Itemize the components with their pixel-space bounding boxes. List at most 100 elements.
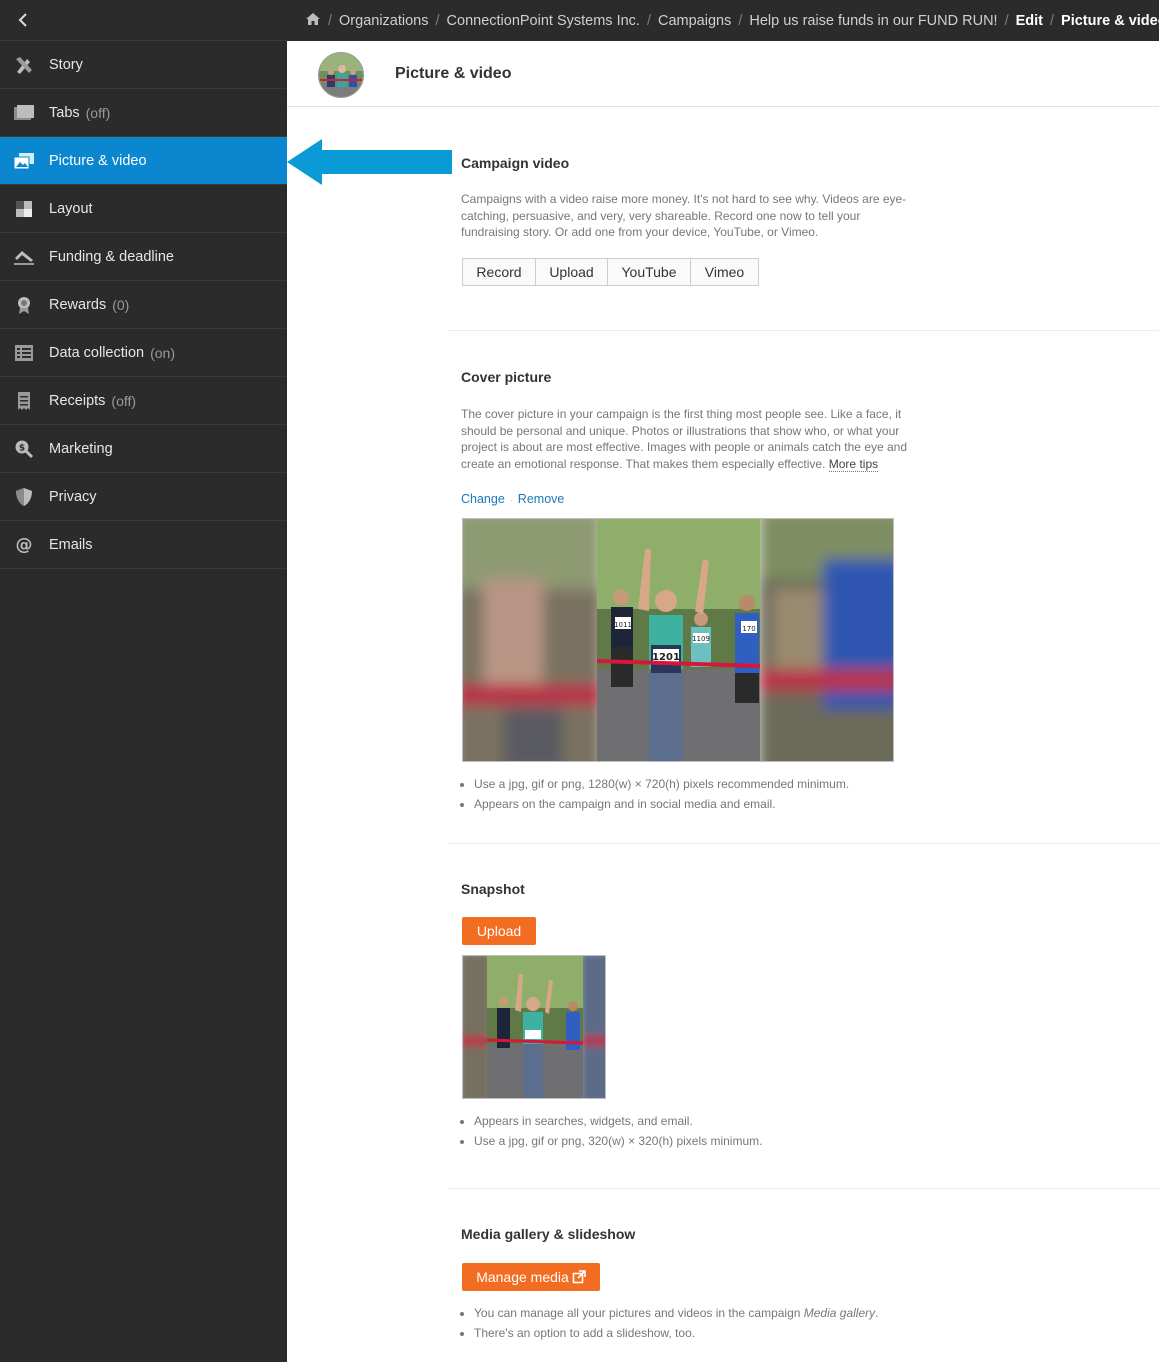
back-button[interactable] [0, 0, 287, 41]
page-title: Picture & video [395, 65, 512, 82]
sidebar-item-label: Layout [49, 200, 93, 217]
list-icon [13, 342, 35, 364]
breadcrumb-separator: / [435, 12, 440, 29]
sidebar: Story Tabs (off) Picture & video Layout … [0, 0, 287, 1362]
cover-requirements-list: Use a jpg, gif or png, 1280(w) × 720(h) … [474, 775, 849, 814]
sidebar-item-marketing[interactable]: $ Marketing [0, 425, 287, 473]
page-header: Picture & video [287, 41, 1159, 107]
sidebar-item-picture-video[interactable]: Picture & video [0, 137, 287, 185]
at-icon: @ [15, 534, 33, 555]
breadcrumb-organizations[interactable]: Organizations [339, 13, 428, 29]
list-item: There's an option to add a slideshow, to… [474, 1324, 878, 1344]
search-dollar-icon: $ [13, 438, 35, 460]
video-source-buttons: Record Upload YouTube Vimeo [462, 258, 759, 286]
sidebar-item-label: Data collection [49, 344, 145, 361]
sidebar-item-label: Funding & deadline [49, 248, 174, 265]
breadcrumb-separator: / [646, 12, 651, 29]
breadcrumb: / Organizations / ConnectionPoint System… [287, 0, 1159, 41]
sidebar-item-privacy[interactable]: Privacy [0, 473, 287, 521]
breadcrumb-separator: / [328, 12, 333, 29]
sidebar-item-label: Picture & video [49, 152, 147, 169]
gallery-info-end: . [875, 1306, 879, 1320]
svg-text:$: $ [19, 443, 25, 453]
more-tips-link[interactable]: More tips [828, 456, 879, 472]
list-item: Use a jpg, gif or png, 320(w) × 320(h) p… [474, 1132, 762, 1152]
section-title: Snapshot [461, 881, 525, 897]
pencil-ruler-icon [13, 54, 35, 76]
sidebar-item-label: Tabs [49, 104, 80, 121]
sidebar-item-suffix: (off) [85, 104, 111, 121]
youtube-button[interactable]: YouTube [607, 258, 691, 286]
list-item: Appears on the campaign and in social me… [474, 795, 849, 815]
snapshot-requirements-list: Appears in searches, widgets, and email.… [474, 1112, 762, 1151]
sidebar-item-label: Story [49, 56, 83, 73]
manage-media-button[interactable]: Manage media [462, 1263, 600, 1291]
list-item: Appears in searches, widgets, and email. [474, 1112, 762, 1132]
sidebar-item-layout[interactable]: Layout [0, 185, 287, 233]
bib-number-left: 1011 [614, 621, 632, 629]
breadcrumb-campaign-name[interactable]: Help us raise funds in our FUND RUN! [749, 13, 997, 29]
campaign-avatar [318, 52, 364, 98]
external-link-icon [572, 1270, 586, 1284]
list-item: You can manage all your pictures and vid… [474, 1304, 878, 1324]
remove-link[interactable]: Remove [518, 492, 565, 506]
breadcrumb-separator: / [1004, 12, 1009, 29]
sidebar-item-label: Rewards [49, 296, 107, 313]
breadcrumb-organization-name[interactable]: ConnectionPoint Systems Inc. [447, 13, 640, 29]
sidebar-item-tabs[interactable]: Tabs (off) [0, 89, 287, 137]
upload-video-button[interactable]: Upload [535, 258, 608, 286]
sidebar-item-suffix: (off) [111, 392, 137, 409]
sidebar-item-label: Privacy [49, 488, 97, 505]
sidebar-item-suffix: (on) [150, 344, 176, 361]
change-link[interactable]: Change [461, 492, 505, 506]
layout-icon [13, 198, 35, 220]
breadcrumb-separator: / [738, 12, 743, 29]
sidebar-item-rewards[interactable]: Rewards (0) [0, 281, 287, 329]
snapshot-image [462, 955, 606, 1099]
folder-icon [13, 102, 35, 124]
breadcrumb-separator: / [1050, 12, 1055, 29]
pictures-icon [13, 150, 35, 172]
section-title: Media gallery & slideshow [461, 1226, 636, 1242]
cover-picture-section: Cover picture The cover picture in your … [448, 331, 1159, 844]
sidebar-item-receipts[interactable]: Receipts (off) [0, 377, 287, 425]
sidebar-item-label: Marketing [49, 440, 113, 457]
snapshot-section: Snapshot Upload Appe [448, 844, 1159, 1189]
shield-icon [13, 486, 35, 508]
sidebar-item-data-collection[interactable]: Data collection (on) [0, 329, 287, 377]
media-gallery-section: Media gallery & slideshow Manage media Y… [448, 1189, 1159, 1362]
bib-number-right: 170 [742, 625, 755, 633]
breadcrumb-campaigns[interactable]: Campaigns [658, 13, 731, 29]
section-title: Cover picture [461, 369, 552, 385]
section-description: The cover picture in your campaign is th… [461, 406, 921, 472]
breadcrumb-current: Picture & video [1061, 12, 1159, 29]
home-icon[interactable] [305, 12, 321, 30]
gallery-info-list: You can manage all your pictures and vid… [474, 1304, 878, 1343]
bib-number-mid: 1109 [692, 635, 710, 643]
record-button[interactable]: Record [462, 258, 536, 286]
list-item: Use a jpg, gif or png, 1280(w) × 720(h) … [474, 775, 849, 795]
chevron-left-icon [18, 13, 27, 27]
section-description: Campaigns with a video raise more money.… [461, 192, 907, 239]
media-gallery-emphasis: Media gallery [803, 1306, 876, 1320]
cover-actions: Change · Remove [461, 492, 564, 506]
link-separator: · [509, 495, 513, 505]
sidebar-item-story[interactable]: Story [0, 41, 287, 89]
sidebar-item-funding[interactable]: Funding & deadline [0, 233, 287, 281]
sidebar-item-label: Receipts [49, 392, 106, 409]
campaign-video-section: Campaign video Campaigns with a video ra… [448, 107, 1159, 331]
section-title: Campaign video [461, 155, 570, 171]
cover-image: 1011 1109 170 1201 [462, 518, 894, 762]
vimeo-button[interactable]: Vimeo [690, 258, 759, 286]
funding-icon [13, 246, 35, 268]
gallery-info-text: You can manage all your pictures and vid… [474, 1306, 804, 1320]
manage-media-label: Manage media [476, 1269, 569, 1285]
sidebar-item-emails[interactable]: @ Emails [0, 521, 287, 569]
sidebar-item-suffix: (0) [112, 296, 130, 313]
sidebar-item-label: Emails [49, 536, 93, 553]
award-icon [13, 294, 35, 316]
pointer-arrow-graphic [287, 139, 452, 185]
snapshot-upload-button[interactable]: Upload [462, 917, 536, 945]
receipt-icon [13, 390, 35, 412]
breadcrumb-edit[interactable]: Edit [1016, 13, 1043, 29]
